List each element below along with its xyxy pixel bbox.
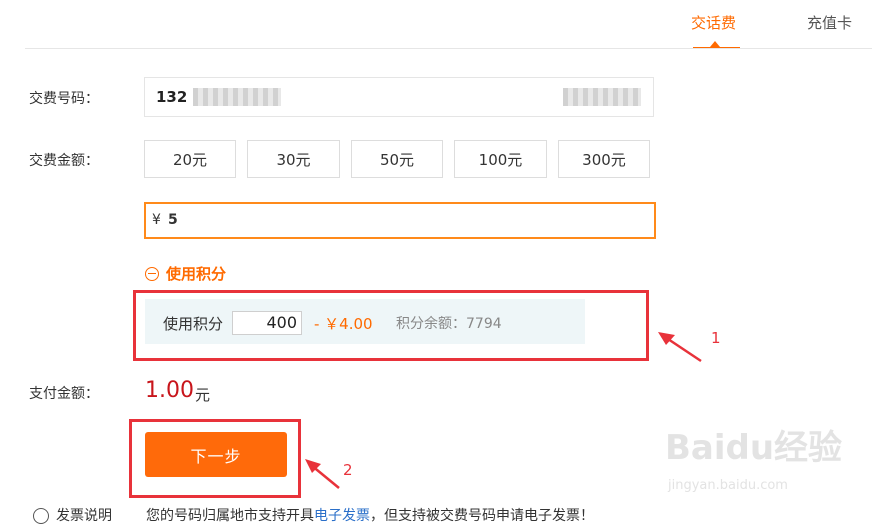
watermark-sub: jingyan.baidu.com	[668, 478, 788, 493]
amount-option-50[interactable]: 50元	[351, 140, 443, 178]
use-points-toggle-label: 使用积分	[166, 265, 227, 283]
custom-amount-input[interactable]: ¥ 5	[144, 202, 656, 239]
annotation-arrow-1-icon	[658, 332, 702, 363]
amount-option-300[interactable]: 300元	[558, 140, 650, 178]
phone-prefix: 132	[156, 88, 188, 106]
invoice-note-text-before: 您的号码归属地市支持开具	[146, 508, 314, 524]
currency-symbol: ¥	[152, 212, 161, 228]
amount-option-100[interactable]: 100元	[454, 140, 547, 178]
blurred-phone-hint	[563, 88, 641, 106]
amount-label: 交费金额：	[29, 153, 99, 169]
annotation-label-1: 1	[711, 329, 721, 347]
annotation-label-2: 2	[343, 461, 353, 479]
baidu-watermark: Baidu经验 jingyan.baidu.com	[665, 420, 843, 493]
minus-circle-icon	[145, 266, 159, 281]
invoice-note-body: 您的号码归属地市支持开具电子发票，但支持被交费号码申请电子发票！	[146, 505, 594, 525]
pay-unit: 元	[195, 386, 211, 404]
watermark-main: Baidu经验	[665, 428, 843, 468]
header-divider	[25, 48, 872, 49]
annotation-arrow-2-icon	[305, 459, 340, 489]
amount-option-20[interactable]: 20元	[144, 140, 236, 178]
use-points-toggle[interactable]: 使用积分	[145, 263, 226, 284]
e-invoice-link[interactable]: 电子发票	[314, 508, 370, 524]
annotation-box-1	[133, 290, 649, 361]
phone-label: 交费号码：	[29, 91, 99, 107]
pay-amount: 1.00	[145, 378, 194, 403]
tab-phone-bill[interactable]: 交话费	[691, 12, 736, 33]
invoice-note-text-after: ，但支持被交费号码申请电子发票！	[370, 508, 594, 524]
amount-option-30[interactable]: 30元	[247, 140, 340, 178]
invoice-note-title: 发票说明	[56, 508, 112, 524]
annotation-box-2	[129, 419, 301, 498]
phone-number-input[interactable]: 132	[144, 77, 654, 117]
pay-label: 支付金额：	[29, 386, 99, 402]
info-icon	[33, 508, 49, 524]
blurred-phone-digits	[193, 88, 281, 106]
tab-recharge-card[interactable]: 充值卡	[807, 12, 852, 33]
custom-amount-value: 5	[168, 212, 178, 228]
